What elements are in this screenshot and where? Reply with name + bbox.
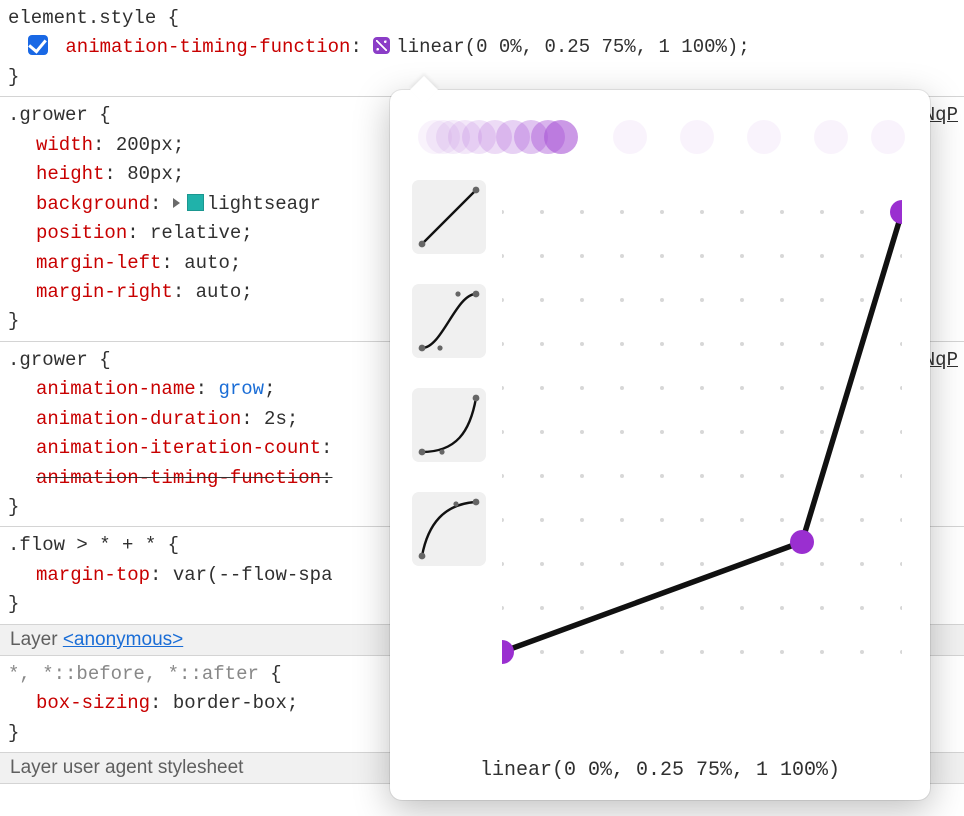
- easing-preset-ease-in-out[interactable]: [412, 284, 486, 358]
- expand-shorthand-icon[interactable]: [173, 198, 180, 208]
- property-value[interactable]: linear(0 0%, 0.25 75%, 1 100%): [396, 36, 738, 58]
- property-name[interactable]: margin-left: [36, 252, 161, 274]
- selector[interactable]: .grower: [8, 349, 88, 371]
- grid-dots: [502, 210, 902, 654]
- easing-curve-editor[interactable]: [502, 182, 902, 682]
- color-swatch-icon[interactable]: [187, 194, 204, 211]
- property-value[interactable]: auto: [196, 281, 242, 303]
- property-name[interactable]: width: [36, 134, 93, 156]
- preview-ball: [613, 120, 647, 154]
- easing-preset-ease-out[interactable]: [412, 492, 486, 566]
- layer-label: Layer: [10, 629, 63, 650]
- property-value[interactable]: lightseagr: [207, 193, 321, 215]
- easing-value-text: linear(0 0%, 0.25 75%, 1 100%): [390, 759, 930, 782]
- property-name[interactable]: box-sizing: [36, 692, 150, 714]
- preview-ball: [814, 120, 848, 154]
- property-value[interactable]: border-box: [173, 692, 287, 714]
- easing-preset-list: [412, 180, 496, 596]
- easing-preset-linear[interactable]: [412, 180, 486, 254]
- easing-swatch-icon[interactable]: [373, 37, 390, 54]
- property-value[interactable]: 80px: [127, 163, 173, 185]
- selector[interactable]: element.style: [8, 7, 156, 29]
- property-value[interactable]: 200px: [116, 134, 173, 156]
- preview-ball: [871, 120, 905, 154]
- easing-control-point[interactable]: [502, 640, 514, 664]
- property-value[interactable]: relative: [150, 222, 241, 244]
- easing-control-point[interactable]: [890, 200, 902, 224]
- rule-element-style[interactable]: element.style { animation-timing-functio…: [0, 0, 964, 97]
- property-value[interactable]: auto: [184, 252, 230, 274]
- property-value[interactable]: grow: [218, 378, 264, 400]
- property-name[interactable]: position: [36, 222, 127, 244]
- preview-ball: [747, 120, 781, 154]
- selector[interactable]: .flow > * + *: [8, 534, 156, 556]
- selector[interactable]: *::before: [42, 663, 145, 685]
- property-name[interactable]: animation-duration: [36, 408, 241, 430]
- easing-editor-popover[interactable]: linear(0 0%, 0.25 75%, 1 100%): [390, 90, 930, 800]
- property-name[interactable]: height: [36, 163, 104, 185]
- property-name[interactable]: animation-timing-function: [65, 36, 350, 58]
- property-value[interactable]: 2s: [264, 408, 287, 430]
- preview-ball: [544, 120, 578, 154]
- property-name[interactable]: animation-name: [36, 378, 196, 400]
- easing-control-point[interactable]: [790, 530, 814, 554]
- property-name[interactable]: margin-right: [36, 281, 173, 303]
- property-name[interactable]: background: [36, 193, 150, 215]
- selector[interactable]: .grower: [8, 104, 88, 126]
- property-name[interactable]: animation-iteration-count: [36, 437, 321, 459]
- property-value[interactable]: var(--flow-spa: [173, 564, 333, 586]
- layer-link[interactable]: <anonymous>: [63, 629, 183, 650]
- property-name[interactable]: margin-top: [36, 564, 150, 586]
- property-toggle-checkbox[interactable]: [28, 35, 48, 55]
- easing-preset-ease-in[interactable]: [412, 388, 486, 462]
- preview-ball: [680, 120, 714, 154]
- easing-preview-track: [416, 112, 904, 162]
- property-name-overridden[interactable]: animation-timing-function: [36, 467, 321, 489]
- selector[interactable]: *::after: [168, 663, 259, 685]
- selector[interactable]: *: [8, 663, 19, 685]
